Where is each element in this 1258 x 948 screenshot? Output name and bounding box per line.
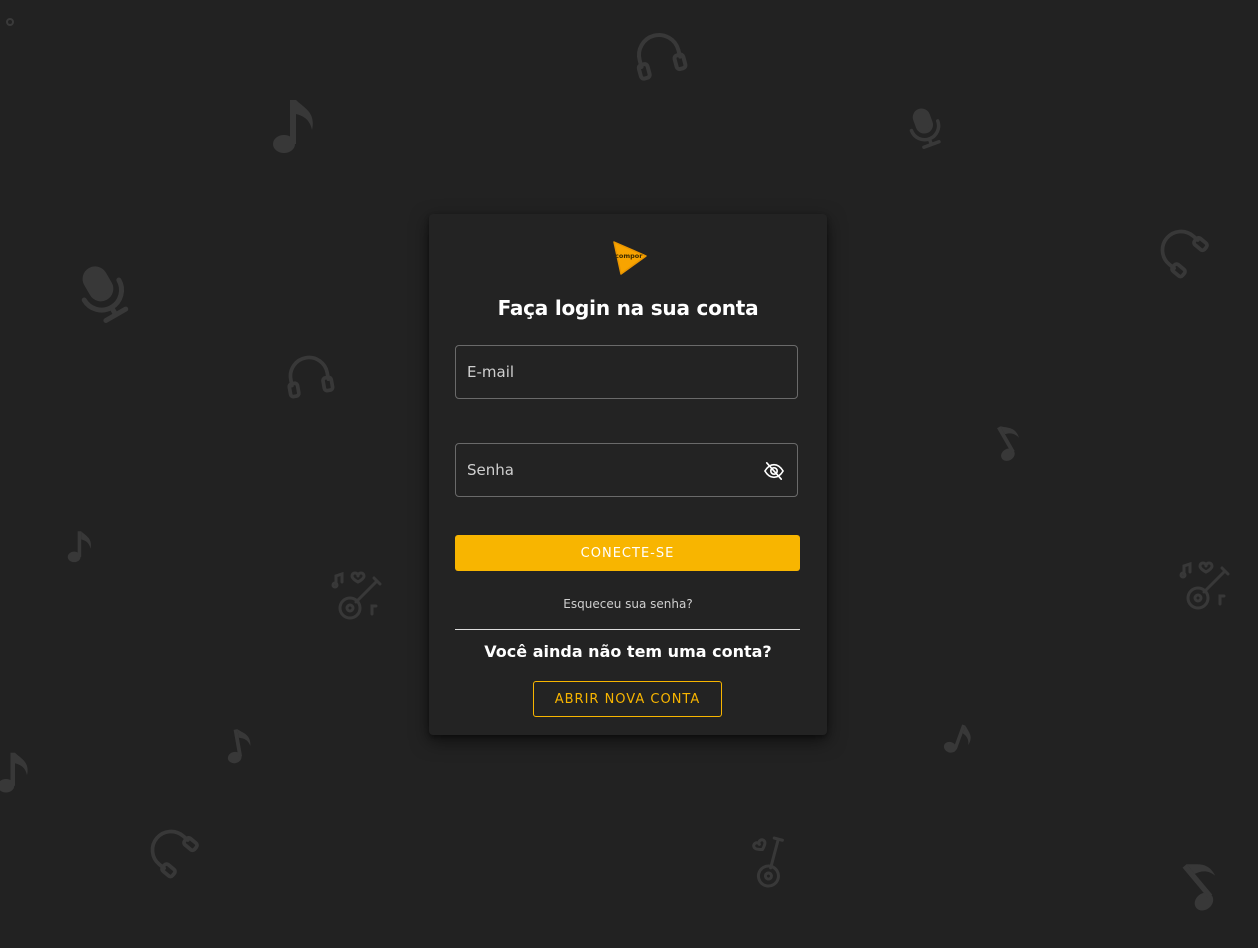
compor-logo: compor bbox=[611, 240, 649, 276]
password-field[interactable] bbox=[456, 444, 797, 496]
headphones-icon bbox=[626, 24, 691, 86]
email-field-wrapper bbox=[455, 345, 798, 399]
headphones-icon bbox=[1147, 215, 1216, 284]
microphone-icon bbox=[896, 100, 952, 155]
music-note-icon bbox=[1164, 846, 1238, 921]
login-button[interactable]: CONECTE-SE bbox=[455, 535, 800, 571]
guitar-icon bbox=[732, 826, 806, 900]
eye-off-icon[interactable] bbox=[763, 461, 785, 481]
login-card: compor Faça login na sua conta CONECTE-S… bbox=[429, 214, 827, 735]
music-note-icon bbox=[270, 96, 318, 158]
forgot-password-link[interactable]: Esqueceu sua senha? bbox=[429, 597, 827, 611]
headphones-icon bbox=[137, 815, 206, 884]
email-field[interactable] bbox=[456, 346, 797, 398]
music-note-icon bbox=[221, 724, 257, 769]
divider bbox=[455, 629, 800, 630]
password-field-wrapper bbox=[455, 443, 798, 497]
signup-prompt: Você ainda não tem uma conta? bbox=[484, 642, 772, 661]
headphones-icon bbox=[280, 348, 338, 404]
record-dot-icon bbox=[6, 18, 14, 26]
microphone-icon bbox=[57, 250, 144, 335]
music-note-icon bbox=[935, 717, 983, 764]
guitar-icon bbox=[330, 570, 384, 624]
guitar-icon bbox=[1178, 560, 1232, 614]
create-account-button[interactable]: ABRIR NOVA CONTA bbox=[533, 681, 722, 717]
login-page: compor Faça login na sua conta CONECTE-S… bbox=[0, 0, 1258, 948]
music-note-icon bbox=[0, 742, 36, 804]
music-note-icon bbox=[66, 528, 94, 566]
music-note-icon bbox=[982, 416, 1033, 469]
page-title: Faça login na sua conta bbox=[497, 296, 759, 320]
logo-text: compor bbox=[615, 252, 643, 260]
